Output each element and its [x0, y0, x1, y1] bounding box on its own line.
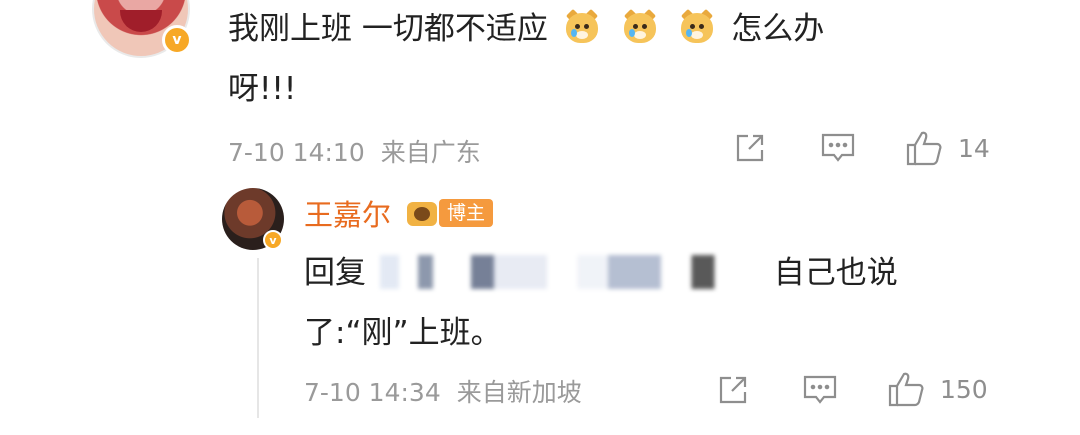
crying-doge-emoji [679, 8, 715, 45]
like-button[interactable]: 14 [904, 128, 990, 168]
comment-icon [803, 375, 837, 404]
share-button[interactable] [733, 131, 767, 169]
comment-time: 7-10 14:10 [228, 138, 365, 167]
verified-badge-icon: v [263, 230, 283, 250]
share-icon [719, 376, 747, 404]
crying-doge-emoji [622, 8, 658, 45]
avatar-mouth [120, 10, 162, 32]
reply-text-part1: 自己也说 [773, 255, 898, 291]
like-icon [888, 372, 924, 407]
reply-source: 来自新加坡 [456, 378, 582, 407]
comment-button[interactable] [820, 131, 856, 169]
reply-like-count: 150 [940, 374, 988, 404]
like-icon [906, 131, 942, 166]
reply-prefix: 回复 [304, 255, 366, 291]
comment-source: 来自广东 [380, 138, 481, 167]
blogger-crown-icon [405, 198, 445, 228]
reply-meta: 7-10 14:34 来自新加坡 [304, 373, 582, 409]
blurred-mention [379, 255, 760, 289]
comment-text-part1: 我刚上班 一切都不适应 [228, 11, 548, 47]
comment-body: 我刚上班 一切都不适应 怎么办 呀!!! [228, 0, 988, 118]
reply-text-line2: 了:“刚”上班。 [304, 315, 502, 351]
reply-thread-line [257, 258, 259, 418]
share-icon [736, 134, 764, 162]
comment-icon [821, 133, 855, 162]
reply-share-button[interactable] [716, 373, 750, 411]
reply-username[interactable]: 王嘉尔 [304, 192, 391, 234]
crying-doge-emoji [564, 8, 600, 45]
comment-text-part2: 怎么办 [731, 11, 825, 47]
comment-text-line2: 呀!!! [228, 71, 297, 107]
verified-badge-icon: v [162, 25, 192, 55]
reply-comment-button[interactable] [802, 373, 838, 411]
blogger-badge: 博主 [405, 198, 494, 228]
comment-meta: 7-10 14:10 来自广东 [228, 133, 481, 169]
reply-time: 7-10 14:34 [304, 378, 441, 407]
reply-like-button[interactable]: 150 [886, 369, 988, 409]
like-count: 14 [958, 133, 990, 163]
reply-header: 王嘉尔 博主 [304, 192, 494, 234]
reply-body: 回复 自己也说 了:“刚”上班。 [304, 244, 1004, 362]
blogger-badge-label: 博主 [439, 199, 494, 227]
